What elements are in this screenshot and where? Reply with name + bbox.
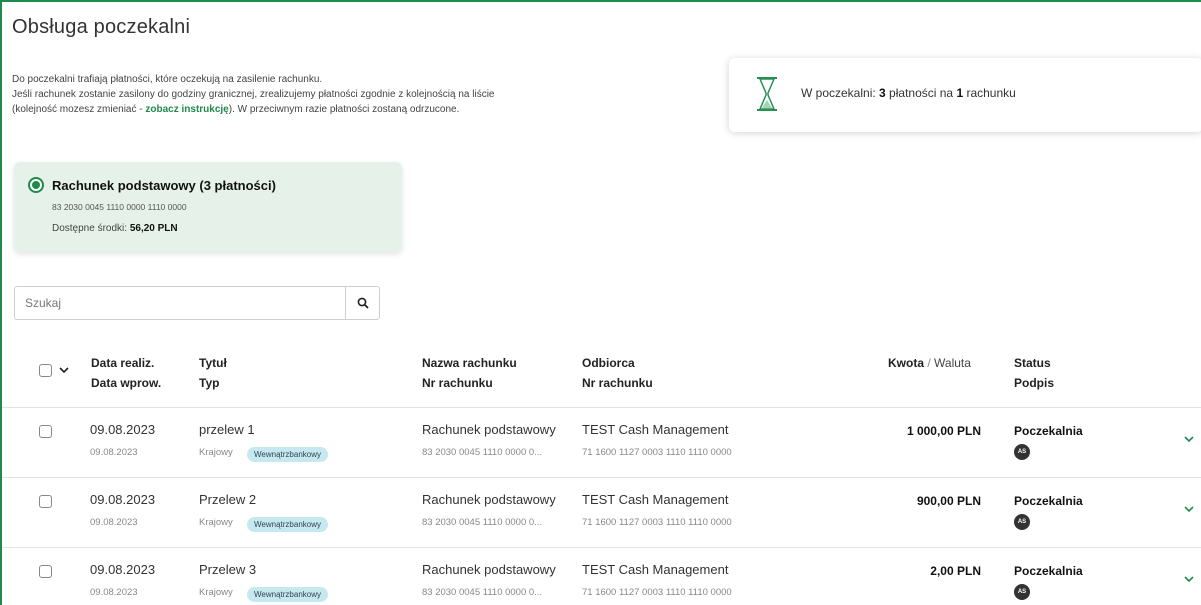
page-frame: Obsługa poczekalni Do poczekalni trafiaj… xyxy=(0,0,1201,605)
summary-text: W poczekalni: 3 płatności na 1 rachunku xyxy=(801,86,1016,100)
header-signature: Podpis xyxy=(1014,376,1055,390)
search-box xyxy=(14,286,380,320)
account-number: 83 2030 0045 1110 0000 1110 0000 xyxy=(52,202,187,212)
row-recipient: TEST Cash Management xyxy=(582,562,729,577)
row-checkbox[interactable] xyxy=(39,425,52,438)
header-dates[interactable]: Data realiz. Data wprow. xyxy=(91,353,161,393)
intro-line-3: (kolejność mozesz zmieniać - zobacz inst… xyxy=(12,102,612,117)
header-status-label: Status xyxy=(1014,356,1051,370)
row-type-badge: Wewnątrzbankowy xyxy=(247,587,328,602)
table-row[interactable]: 09.08.2023 09.08.2023 Przelew 3 Krajowy … xyxy=(2,548,1201,605)
row-account-name: Rachunek podstawowy xyxy=(422,562,556,577)
expand-row-chevron-down-icon[interactable] xyxy=(1184,506,1194,513)
row-title: przelew 1 xyxy=(199,422,255,437)
row-date-wprow: 09.08.2023 xyxy=(90,517,138,528)
header-recipient[interactable]: Odbiorca Nr rachunku xyxy=(582,353,653,393)
row-status: Poczekalnia xyxy=(1014,494,1083,508)
table-header: Data realiz. Data wprow. Tytuł Typ Nazwa… xyxy=(2,342,1201,408)
row-recipient-nr: 71 1600 1127 0003 1110 1110 0000 xyxy=(582,587,732,598)
row-date-realiz: 09.08.2023 xyxy=(90,492,156,507)
row-recipient-nr: 71 1600 1127 0003 1110 1110 0000 xyxy=(582,447,732,458)
row-amount: 2,00 PLN xyxy=(930,564,981,578)
row-type: Krajowy xyxy=(199,447,233,458)
header-account[interactable]: Nazwa rachunku Nr rachunku xyxy=(422,353,517,393)
intro-line-3-prefix: (kolejność mozesz zmieniać - xyxy=(12,104,146,115)
payments-count: 3 xyxy=(879,86,886,100)
account-available-funds: Dostępne środki: 56,20 PLN xyxy=(52,223,178,234)
select-all-checkbox[interactable] xyxy=(39,364,52,377)
row-date-realiz: 09.08.2023 xyxy=(90,422,156,437)
row-type-badge: Wewnątrzbankowy xyxy=(247,517,328,532)
intro-line-3-suffix: ). W przeciwnym razie płatności zostaną … xyxy=(228,104,460,115)
account-card[interactable]: Rachunek podstawowy (3 płatności) 83 203… xyxy=(14,162,402,252)
search-button[interactable] xyxy=(345,287,379,319)
row-account-nr: 83 2030 0045 1110 0000 0... xyxy=(422,447,543,458)
row-date-realiz: 09.08.2023 xyxy=(90,562,156,577)
row-recipient-nr: 71 1600 1127 0003 1110 1110 0000 xyxy=(582,517,732,528)
header-type: Typ xyxy=(199,376,220,390)
row-recipient: TEST Cash Management xyxy=(582,422,729,437)
row-status: Poczekalnia xyxy=(1014,564,1083,578)
row-checkbox[interactable] xyxy=(39,495,52,508)
row-type: Krajowy xyxy=(199,587,233,598)
header-amount[interactable]: Kwota / Waluta xyxy=(888,353,971,373)
header-status[interactable]: Status Podpis xyxy=(1014,353,1054,393)
expand-row-chevron-down-icon[interactable] xyxy=(1184,436,1194,443)
header-date-realiz: Data realiz. xyxy=(91,356,155,370)
page-title: Obsługa poczekalni xyxy=(12,16,191,38)
header-title-type[interactable]: Tytuł Typ xyxy=(199,353,227,393)
row-type: Krajowy xyxy=(199,517,233,528)
header-amount-label: Kwota xyxy=(888,356,924,370)
signer-avatar: AS xyxy=(1014,444,1030,460)
hourglass-icon xyxy=(757,77,777,111)
row-title: Przelew 3 xyxy=(199,562,257,577)
header-account-name: Nazwa rachunku xyxy=(422,356,517,370)
row-status: Poczekalnia xyxy=(1014,424,1083,438)
waiting-room-summary-card: W poczekalni: 3 płatności na 1 rachunku xyxy=(729,58,1201,132)
row-title: Przelew 2 xyxy=(199,492,257,507)
row-date-wprow: 09.08.2023 xyxy=(90,447,138,458)
header-currency: Waluta xyxy=(934,356,971,370)
search-input[interactable] xyxy=(15,287,345,319)
row-account-name: Rachunek podstawowy xyxy=(422,492,556,507)
search-icon xyxy=(357,297,369,309)
row-account-nr: 83 2030 0045 1110 0000 0... xyxy=(422,587,543,598)
row-checkbox[interactable] xyxy=(39,565,52,578)
header-recipient-nr: Nr rachunku xyxy=(582,376,653,390)
select-options-chevron-down-icon[interactable] xyxy=(59,367,69,374)
payments-table: Data realiz. Data wprow. Tytuł Typ Nazwa… xyxy=(2,342,1201,605)
row-amount: 900,00 PLN xyxy=(916,494,981,508)
row-recipient: TEST Cash Management xyxy=(582,492,729,507)
summary-suffix: rachunku xyxy=(963,86,1016,100)
account-name: Rachunek podstawowy (3 płatności) xyxy=(52,178,276,193)
header-recipient-name: Odbiorca xyxy=(582,356,635,370)
header-amount-separator: / xyxy=(924,356,935,370)
funds-label: Dostępne środki: xyxy=(52,223,130,234)
instructions-link[interactable]: zobacz instrukcję xyxy=(145,104,228,115)
row-date-wprow: 09.08.2023 xyxy=(90,587,138,598)
summary-middle: płatności na xyxy=(885,86,957,100)
header-account-nr: Nr rachunku xyxy=(422,376,493,390)
row-amount: 1 000,00 PLN xyxy=(906,424,981,438)
expand-row-chevron-down-icon[interactable] xyxy=(1184,576,1194,583)
intro-text: Do poczekalni trafiają płatności, które … xyxy=(12,72,612,117)
summary-prefix: W poczekalni: xyxy=(801,86,880,100)
funds-value: 56,20 PLN xyxy=(129,223,178,234)
intro-line-2: Jeśli rachunek zostanie zasilony do godz… xyxy=(12,89,495,100)
header-title: Tytuł xyxy=(199,356,227,370)
row-account-name: Rachunek podstawowy xyxy=(422,422,556,437)
table-row[interactable]: 09.08.2023 09.08.2023 przelew 1 Krajowy … xyxy=(2,408,1201,478)
intro-line-1: Do poczekalni trafiają płatności, które … xyxy=(12,74,323,85)
table-row[interactable]: 09.08.2023 09.08.2023 Przelew 2 Krajowy … xyxy=(2,478,1201,548)
signer-avatar: AS xyxy=(1014,584,1030,600)
header-date-wprow: Data wprow. xyxy=(91,376,162,390)
signer-avatar: AS xyxy=(1014,514,1030,530)
row-account-nr: 83 2030 0045 1110 0000 0... xyxy=(422,517,543,528)
row-type-badge: Wewnątrzbankowy xyxy=(247,447,328,462)
account-radio[interactable] xyxy=(28,177,44,193)
